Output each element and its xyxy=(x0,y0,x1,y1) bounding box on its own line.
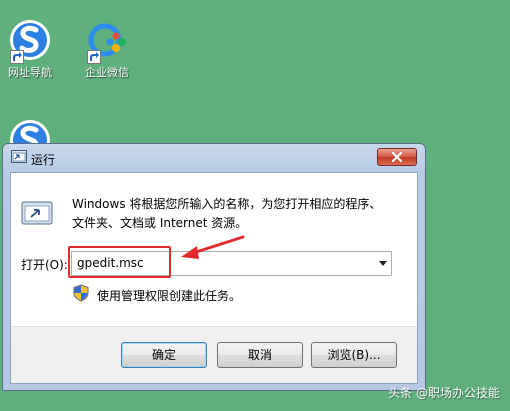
cancel-button[interactable]: 取消 xyxy=(217,342,303,368)
close-icon xyxy=(392,152,402,162)
run-dialog: 运行 Windows 将根据您所输入的名称，为您打开相应的程序、 文件夹、文档或… xyxy=(2,143,426,391)
desktop-icon-label: 网址导航 xyxy=(8,66,52,79)
admin-privilege-note: 使用管理权限创建此任务。 xyxy=(97,289,242,303)
dialog-button-bar: 确定 取消 浏览(B)... xyxy=(10,326,418,384)
dialog-title: 运行 xyxy=(31,153,56,167)
dialog-body: Windows 将根据您所输入的名称，为您打开相应的程序、 文件夹、文档或 In… xyxy=(10,172,418,327)
open-label: 打开(O): xyxy=(21,258,68,272)
title-bar[interactable]: 运行 xyxy=(3,144,425,172)
run-program-icon xyxy=(21,201,53,230)
watermark: 头条 @职场办公技能 xyxy=(388,386,500,400)
dropdown-arrow-icon[interactable] xyxy=(379,261,387,266)
dialog-description: Windows 将根据您所输入的名称，为您打开相应的程序、 文件夹、文档或 In… xyxy=(72,195,402,233)
browse-button[interactable]: 浏览(B)... xyxy=(311,342,397,368)
description-line-2: 文件夹、文档或 Internet 资源。 xyxy=(72,216,248,230)
desktop-icon-sogou-nav[interactable]: 网址导航 xyxy=(0,18,67,80)
annotation-arrow-icon xyxy=(179,233,245,266)
description-line-1: Windows 将根据您所输入的名称，为您打开相应的程序、 xyxy=(72,197,382,211)
sogou-browser-icon xyxy=(8,18,52,64)
close-button[interactable] xyxy=(377,148,417,166)
desktop-icon-wecom[interactable]: 企业微信 xyxy=(70,18,144,80)
wecom-icon xyxy=(85,18,129,64)
desktop-icon-label: 企业微信 xyxy=(85,66,129,79)
annotation-highlight-box xyxy=(68,246,171,278)
ok-button[interactable]: 确定 xyxy=(121,342,207,368)
run-app-icon xyxy=(11,150,27,167)
shortcut-arrow-icon xyxy=(87,50,101,64)
uac-shield-icon xyxy=(73,284,89,305)
shortcut-arrow-icon xyxy=(10,50,24,64)
